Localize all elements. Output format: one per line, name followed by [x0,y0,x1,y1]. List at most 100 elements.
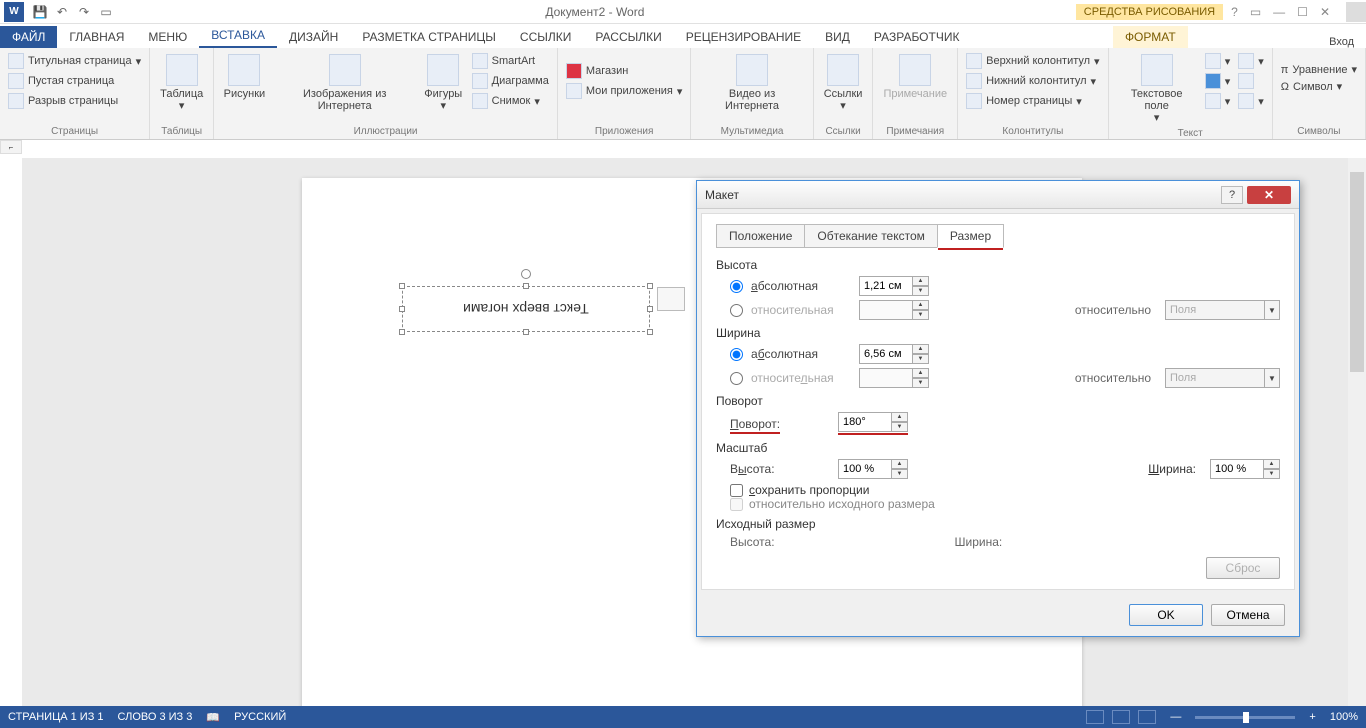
page-break-button[interactable]: Разрыв страницы [6,92,143,110]
sigline-button[interactable]: ▾ [1236,52,1266,70]
footer-button[interactable]: Нижний колонтитул ▾ [964,72,1101,90]
tab-mailings[interactable]: РАССЫЛКИ [583,26,673,48]
spin-up-icon[interactable]: ▲ [912,344,929,354]
online-video-button[interactable]: Видео из Интернета [697,52,806,114]
ok-button[interactable]: OK [1129,604,1203,626]
zoom-in-icon[interactable]: + [1309,711,1315,723]
spin-down-icon[interactable]: ▼ [891,469,908,479]
maximize-icon[interactable]: ☐ [1297,5,1308,19]
dialog-help-button[interactable]: ? [1221,186,1243,204]
scale-height-spinner[interactable]: ▲▼ [838,459,908,479]
layout-options-icon[interactable] [657,287,685,311]
tab-format[interactable]: ФОРМАТ [1113,26,1188,48]
zoom-level[interactable]: 100% [1330,711,1358,723]
lock-aspect-checkbox[interactable] [730,484,743,497]
ribbon-options-icon[interactable]: ▭ [1250,5,1261,19]
online-pictures-button[interactable]: Изображения из Интернета [273,52,417,114]
scale-width-spinner[interactable]: ▲▼ [1210,459,1280,479]
chart-button[interactable]: Диаграмма [470,72,551,90]
width-absolute-spinner[interactable]: ▲▼ [859,344,929,364]
height-relative-radio[interactable] [730,304,743,317]
datetime-button[interactable] [1236,72,1266,90]
wordart-button[interactable]: ▾ [1203,72,1233,90]
vertical-scrollbar[interactable] [1348,158,1366,706]
spin-up-icon[interactable]: ▲ [891,412,908,422]
spin-up-icon[interactable]: ▲ [891,459,908,469]
table-button[interactable]: Таблица▾ [156,52,207,114]
tab-file[interactable]: ФАЙЛ [0,26,57,48]
textbox-button[interactable]: Текстовое поле▾ [1115,52,1199,126]
view-print-icon[interactable] [1112,710,1130,724]
tab-references[interactable]: ССЫЛКИ [508,26,583,48]
scale-height-input[interactable] [838,459,892,479]
myapps-button[interactable]: Мои приложения ▾ [564,82,685,100]
width-absolute-input[interactable] [859,344,913,364]
links-button[interactable]: Ссылки▾ [820,52,867,114]
new-doc-icon[interactable]: ▭ [98,4,114,20]
view-read-icon[interactable] [1086,710,1104,724]
rotate-handle[interactable] [521,269,531,279]
status-page[interactable]: СТРАНИЦА 1 ИЗ 1 [8,711,104,723]
zoom-knob[interactable] [1243,712,1249,723]
symbol-button[interactable]: Ω Символ ▾ [1279,79,1359,94]
tab-developer[interactable]: РАЗРАБОТЧИК [862,26,972,48]
help-icon[interactable]: ? [1231,5,1238,19]
tab-view[interactable]: ВИД [813,26,862,48]
rotation-spinner[interactable]: ▲▼ [838,412,908,435]
spin-down-icon[interactable]: ▼ [1263,469,1280,479]
smartart-button[interactable]: SmartArt [470,52,551,70]
selected-textbox[interactable]: Текст вверх ногами [402,286,650,332]
tab-review[interactable]: РЕЦЕНЗИРОВАНИЕ [674,26,813,48]
minimize-icon[interactable]: — [1273,5,1285,19]
zoom-out-icon[interactable]: — [1170,711,1181,723]
zoom-slider[interactable] [1195,716,1295,719]
comment-button[interactable]: Примечание [879,52,951,102]
object-button[interactable]: ▾ [1236,92,1266,110]
horizontal-ruler[interactable] [280,142,1348,158]
textbox-content[interactable]: Текст вверх ногами [463,301,589,317]
width-relative-radio[interactable] [730,372,743,385]
spin-up-icon[interactable]: ▲ [912,276,929,286]
shapes-button[interactable]: Фигуры▾ [421,52,466,114]
tab-insert[interactable]: ВСТАВКА [199,24,277,48]
view-web-icon[interactable] [1138,710,1156,724]
cancel-button[interactable]: Отмена [1211,604,1285,626]
status-lang[interactable]: РУССКИЙ [234,711,286,723]
cover-page-button[interactable]: Титульная страница ▾ [6,52,143,70]
spin-down-icon[interactable]: ▼ [891,422,908,432]
login-link[interactable]: Вход [1329,36,1354,48]
vertical-ruler[interactable] [3,158,19,706]
tab-wrapping[interactable]: Обтекание текстом [804,224,937,248]
tab-design[interactable]: ДИЗАЙН [277,26,350,48]
store-button[interactable]: Магазин [564,62,685,80]
spin-down-icon[interactable]: ▼ [912,354,929,364]
tab-home[interactable]: ГЛАВНАЯ [57,26,136,48]
dialog-titlebar[interactable]: Макет ? ✕ [697,181,1299,209]
spin-up-icon[interactable]: ▲ [1263,459,1280,469]
tab-position[interactable]: Положение [716,224,805,248]
scroll-thumb[interactable] [1350,172,1364,372]
save-icon[interactable]: 💾 [32,4,48,20]
scale-width-input[interactable] [1210,459,1264,479]
quickparts-button[interactable]: ▾ [1203,52,1233,70]
equation-button[interactable]: π Уравнение ▾ [1279,62,1359,77]
dropcap-button[interactable]: ▾ [1203,92,1233,110]
undo-icon[interactable]: ↶ [54,4,70,20]
width-absolute-radio[interactable] [730,348,743,361]
pictures-button[interactable]: Рисунки [220,52,268,102]
status-words[interactable]: СЛОВО 3 ИЗ 3 [118,711,193,723]
tab-layout[interactable]: РАЗМЕТКА СТРАНИЦЫ [350,26,508,48]
redo-icon[interactable]: ↷ [76,4,92,20]
proofing-icon[interactable]: 📖 [206,711,220,724]
tab-size[interactable]: Размер [937,224,1004,248]
dialog-close-button[interactable]: ✕ [1247,186,1291,204]
close-icon[interactable]: ✕ [1320,5,1330,19]
screenshot-button[interactable]: Снимок ▾ [470,92,551,110]
pagenum-button[interactable]: Номер страницы ▾ [964,92,1101,110]
header-button[interactable]: Верхний колонтитул ▾ [964,52,1101,70]
rotation-input[interactable] [838,412,892,432]
height-absolute-spinner[interactable]: ▲▼ [859,276,929,296]
spin-down-icon[interactable]: ▼ [912,286,929,296]
blank-page-button[interactable]: Пустая страница [6,72,143,90]
user-avatar[interactable] [1346,2,1366,22]
